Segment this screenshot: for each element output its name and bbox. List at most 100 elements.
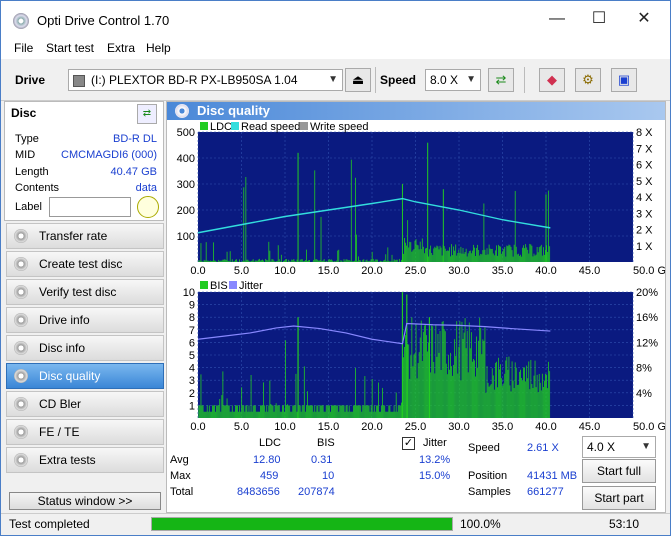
y-left-tick-label: 1 bbox=[189, 400, 195, 412]
y-right-tick-label: 6 X bbox=[636, 160, 653, 172]
nav-disc-quality[interactable]: Disc quality bbox=[6, 363, 164, 389]
refresh-arrows-icon: ⇄ bbox=[142, 108, 152, 119]
y-right-tick-label: 16% bbox=[636, 312, 658, 324]
y-left-tick-label: 100 bbox=[177, 231, 195, 243]
x-tick-label: 0.0 bbox=[190, 265, 205, 277]
disc-quality-title: Disc quality bbox=[197, 103, 270, 118]
y-left-tick-label: 500 bbox=[177, 127, 195, 139]
disc-icon bbox=[14, 313, 28, 327]
stats-col-ldc: LDC bbox=[259, 437, 282, 449]
minimize-button[interactable]: — bbox=[534, 1, 580, 37]
eject-button[interactable]: ⏏ bbox=[345, 68, 371, 92]
legend-write-speed-swatch bbox=[300, 122, 308, 130]
close-button[interactable]: ✕ bbox=[621, 1, 667, 37]
x-tick-label: 40.0 bbox=[535, 265, 556, 277]
nav-drive-info[interactable]: Drive info bbox=[6, 307, 164, 333]
y-left-tick-label: 400 bbox=[177, 153, 195, 165]
x-tick-label: 0.0 bbox=[190, 421, 205, 432]
elapsed-time: 53:10 bbox=[609, 517, 640, 531]
status-bar: Test completed 100.0% 53:10 bbox=[1, 513, 670, 535]
progress-bar bbox=[151, 517, 453, 531]
status-window-button[interactable]: Status window >> bbox=[9, 492, 161, 510]
disc-type-label: Type bbox=[15, 133, 39, 145]
disc-icon bbox=[14, 369, 28, 383]
y-right-tick-label: 12% bbox=[636, 337, 658, 349]
jitter-checkbox[interactable]: ✓ bbox=[402, 437, 415, 450]
toolbar: Drive (I:) PLEXTOR BD-R PX-LB950SA 1.04 … bbox=[1, 59, 670, 101]
nav-cd-bler[interactable]: CD Bler bbox=[6, 391, 164, 417]
y-left-tick-label: 4 bbox=[189, 363, 195, 375]
jitter-label: Jitter bbox=[423, 437, 447, 449]
drive-select[interactable]: (I:) PLEXTOR BD-R PX-LB950SA 1.04 ▼ bbox=[68, 69, 343, 91]
speed-select[interactable]: 8.0 X ▼ bbox=[425, 69, 481, 91]
settings-button[interactable]: ⚙ bbox=[575, 68, 601, 92]
y-right-tick-label: 2 X bbox=[636, 225, 653, 237]
chevron-down-icon: ▼ bbox=[641, 441, 651, 452]
x-tick-label: 50.0 GB bbox=[633, 421, 665, 432]
x-tick-label: 30.0 bbox=[448, 421, 469, 432]
chevron-down-icon: ▼ bbox=[328, 74, 338, 85]
disc-length-label: Length bbox=[15, 166, 49, 178]
y-right-tick-label: 4 X bbox=[636, 192, 653, 204]
nav-extra-tests[interactable]: Extra tests bbox=[6, 447, 164, 473]
stats-avg-label: Avg bbox=[170, 454, 189, 466]
stats-max-label: Max bbox=[170, 470, 191, 482]
legend-bis-swatch bbox=[200, 281, 208, 289]
nav-label: Extra tests bbox=[39, 453, 96, 467]
position-value: 41431 MB bbox=[527, 470, 578, 482]
x-tick-label: 5.0 bbox=[234, 421, 249, 432]
y-left-tick-label: 7 bbox=[189, 325, 195, 337]
refresh-button[interactable]: ⇄ bbox=[488, 68, 514, 92]
save-button[interactable]: ▣ bbox=[611, 68, 637, 92]
x-tick-label: 10.0 bbox=[274, 265, 295, 277]
menu-help[interactable]: Help bbox=[146, 41, 171, 55]
samples-value: 661277 bbox=[527, 486, 564, 498]
disc-refresh-button[interactable]: ⇄ bbox=[137, 104, 157, 124]
drive-label: Drive bbox=[15, 73, 46, 87]
menu-file[interactable]: File bbox=[14, 41, 33, 55]
status-text: Test completed bbox=[9, 517, 90, 531]
start-full-button[interactable]: Start full bbox=[582, 459, 656, 483]
nav-label: Disc info bbox=[39, 341, 86, 355]
disc-label-input[interactable] bbox=[49, 197, 131, 217]
test-speed-select[interactable]: 4.0 X ▼ bbox=[582, 436, 656, 458]
nav-fe-te[interactable]: FE / TE bbox=[6, 419, 164, 445]
stats-max-ldc: 459 bbox=[260, 470, 279, 482]
nav-verify-test-disc[interactable]: Verify test disc bbox=[6, 279, 164, 305]
x-tick-label: 25.0 bbox=[405, 265, 426, 277]
legend-read-speed-label: Read speed bbox=[241, 121, 300, 133]
app-window: Opti Drive Control 1.70 — ☐ ✕ File Start… bbox=[0, 0, 671, 536]
y-left-tick-label: 9 bbox=[189, 300, 195, 312]
y-right-tick-label: 20% bbox=[636, 287, 658, 299]
y-left-tick-label: 10 bbox=[183, 287, 195, 299]
speed-select-value: 8.0 X bbox=[430, 73, 459, 87]
erase-button[interactable]: ◆ bbox=[539, 68, 565, 92]
nav-transfer-rate[interactable]: Transfer rate bbox=[6, 223, 164, 249]
legend-bis-label: BIS bbox=[210, 280, 228, 292]
window-title: Opti Drive Control 1.70 bbox=[37, 13, 170, 28]
nav-create-test-disc[interactable]: Create test disc bbox=[6, 251, 164, 277]
menu-start-test[interactable]: Start test bbox=[46, 41, 94, 55]
nav-label: Transfer rate bbox=[39, 229, 108, 243]
y-right-tick-label: 5 X bbox=[636, 176, 653, 188]
toolbar-divider bbox=[375, 67, 376, 93]
y-right-tick-label: 4% bbox=[636, 388, 652, 400]
nav-disc-info[interactable]: Disc info bbox=[6, 335, 164, 361]
maximize-button[interactable]: ☐ bbox=[576, 1, 622, 37]
speed-label: Speed bbox=[380, 73, 417, 87]
menu-extra[interactable]: Extra bbox=[107, 41, 135, 55]
disc-label-button[interactable] bbox=[137, 196, 159, 218]
position-label: Position bbox=[468, 470, 508, 482]
y-right-tick-label: 8 X bbox=[636, 127, 653, 139]
x-tick-label: 50.0 GB bbox=[633, 265, 665, 277]
x-tick-label: 45.0 bbox=[579, 265, 600, 277]
x-tick-label: 35.0 bbox=[492, 421, 513, 432]
y-left-tick-label: 2 bbox=[189, 388, 195, 400]
start-part-button[interactable]: Start part bbox=[582, 486, 656, 510]
y-right-tick-label: 1 X bbox=[636, 241, 653, 253]
speed-stat-value: 2.61 X bbox=[527, 442, 559, 454]
progress-fill bbox=[152, 518, 452, 530]
x-tick-label: 20.0 bbox=[361, 265, 382, 277]
disc-icon bbox=[14, 285, 28, 299]
disc-icon bbox=[175, 104, 189, 118]
